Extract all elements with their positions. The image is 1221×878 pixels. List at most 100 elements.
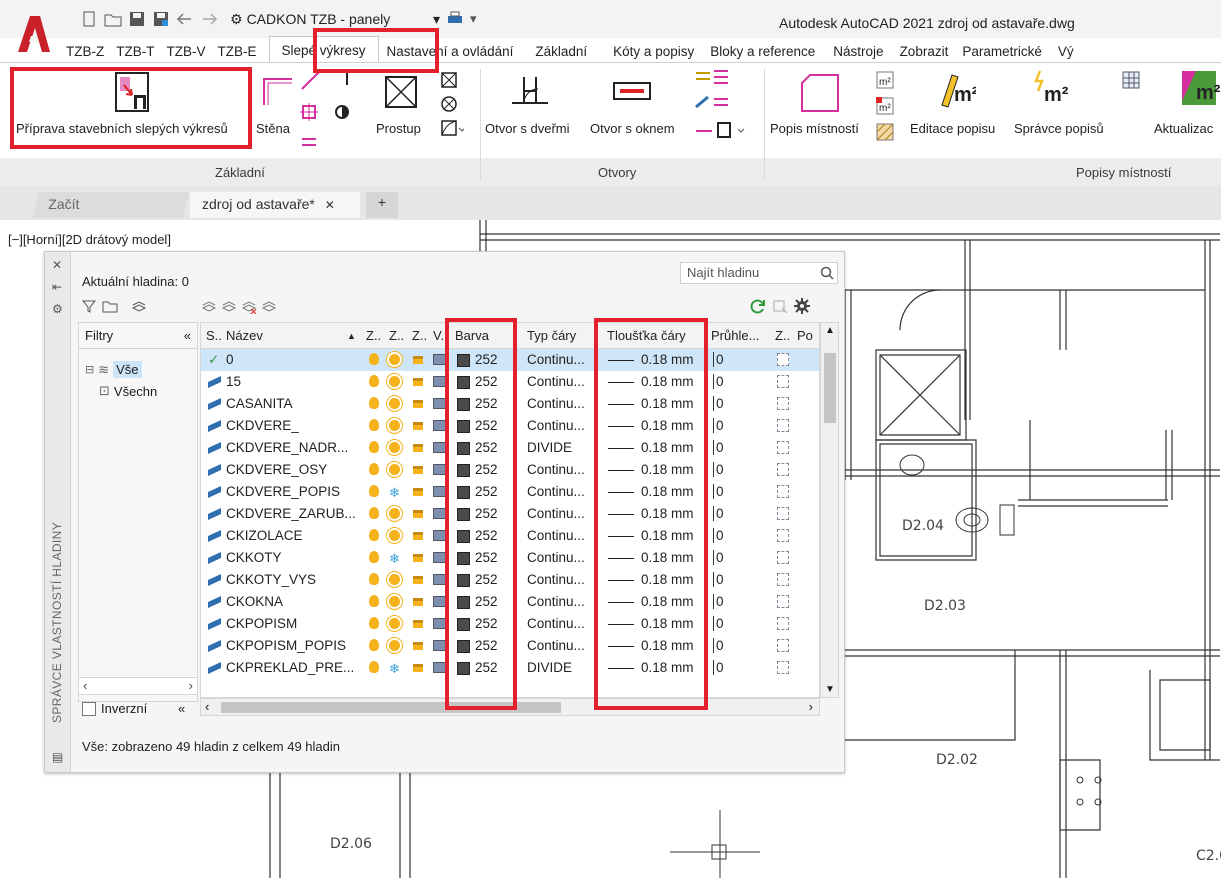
layer-lineweight[interactable]: 0.18 mm — [641, 616, 694, 631]
layer-transparency[interactable]: 0 — [713, 396, 724, 411]
vp-freeze-icon[interactable] — [777, 353, 789, 366]
tab-slepe-vykresy[interactable]: Slepé výkresy — [268, 36, 379, 62]
thawed-sun-icon[interactable] — [389, 596, 400, 607]
window-edit-icon[interactable] — [694, 95, 738, 113]
unlock-icon[interactable] — [413, 356, 423, 364]
color-swatch[interactable] — [457, 354, 470, 367]
color-swatch[interactable] — [457, 662, 470, 675]
layer-transparency[interactable]: 0 — [713, 594, 724, 609]
layer-name[interactable]: 0 — [226, 352, 234, 367]
layer-row-partial[interactable] — [201, 679, 819, 685]
layer-transparency[interactable]: 0 — [713, 572, 724, 587]
priprava-button[interactable]: Příprava stavebních slepých výkresů — [16, 121, 228, 136]
area-hatch-icon[interactable] — [876, 123, 894, 141]
layer-linetype[interactable]: Continu... — [527, 638, 585, 653]
layer-linetype[interactable]: DIVIDE — [527, 660, 572, 675]
thawed-sun-icon[interactable] — [389, 420, 400, 431]
layer-transparency[interactable]: 0 — [713, 462, 724, 477]
layer-row[interactable]: CKKOTY ❄ 252 Continu... 0.18 mm 0 — [201, 547, 819, 569]
hatch-line-icon[interactable] — [300, 137, 318, 147]
thawed-sun-icon[interactable] — [389, 574, 400, 585]
filters-scrollbar[interactable]: ‹ › — [78, 677, 198, 695]
layer-row[interactable]: CKPOPISM 252 Continu... 0.18 mm 0 — [201, 613, 819, 635]
vp-freeze-icon[interactable] — [777, 507, 789, 520]
tab-koty[interactable]: Kóty a popisy — [613, 38, 694, 62]
vp-freeze-icon[interactable] — [777, 375, 789, 388]
layer-linetype[interactable]: Continu... — [527, 616, 585, 631]
tree-collapse-icon[interactable]: ⊟ — [85, 363, 94, 376]
layer-lineweight[interactable]: 0.18 mm — [641, 374, 694, 389]
col-transparency[interactable]: Průhle... — [711, 328, 759, 343]
layer-linetype[interactable]: Continu... — [527, 528, 585, 543]
unlock-icon[interactable] — [413, 642, 423, 650]
layer-name[interactable]: CKDVERE_OSY — [226, 462, 327, 477]
layer-name[interactable]: CKDVERE_ZARUB... — [226, 506, 356, 521]
tab-current-drawing[interactable]: zdroj od astavaře* ✕ — [190, 192, 360, 218]
layer-color-value[interactable]: 252 — [475, 550, 498, 565]
collapse-filters-button[interactable]: « — [184, 328, 191, 343]
layer-list-vscroll[interactable]: ▲ ▼ — [820, 322, 839, 698]
thawed-sun-icon[interactable] — [389, 464, 400, 475]
print-icon[interactable] — [446, 10, 464, 28]
col-lineweight[interactable]: Tloušťka čáry — [607, 328, 686, 343]
unlock-icon[interactable] — [413, 598, 423, 606]
col-color[interactable]: Barva — [455, 328, 489, 343]
color-swatch[interactable] — [457, 442, 470, 455]
scroll-left-icon[interactable]: ‹ — [83, 678, 87, 693]
plot-printer-icon[interactable] — [433, 596, 446, 607]
checkbox[interactable] — [82, 701, 96, 716]
save-icon[interactable] — [128, 10, 146, 28]
layer-linetype[interactable]: Continu... — [527, 374, 585, 389]
workspace-selector[interactable]: ⚙ CADKON TZB - panely ▾ — [230, 11, 440, 28]
layer-transparency[interactable]: 0 — [713, 660, 724, 675]
set-current-icon[interactable] — [261, 298, 277, 314]
color-swatch[interactable] — [457, 398, 470, 411]
layer-row[interactable]: CKIZOLACE 252 Continu... 0.18 mm 0 — [201, 525, 819, 547]
vp-freeze-icon[interactable] — [777, 463, 789, 476]
vp-freeze-icon[interactable] — [777, 441, 789, 454]
otvor-okno-button[interactable]: Otvor s oknem — [590, 121, 675, 136]
col-status[interactable]: S.. — [206, 328, 222, 343]
new-layer-icon[interactable] — [201, 298, 217, 314]
layer-color-value[interactable]: 252 — [475, 352, 498, 367]
color-swatch[interactable] — [457, 420, 470, 433]
layer-color-value[interactable]: 252 — [475, 440, 498, 455]
table-grid-icon[interactable] — [1122, 71, 1140, 89]
color-swatch[interactable] — [457, 596, 470, 609]
layer-lineweight[interactable]: 0.18 mm — [641, 462, 694, 477]
new-group-filter-icon[interactable] — [102, 298, 118, 314]
thawed-sun-icon[interactable] — [389, 354, 400, 365]
tab-nastaveni[interactable]: Nastavení a ovládání — [387, 38, 514, 62]
search-layer-input[interactable]: Najít hladinu — [680, 262, 838, 284]
opening-table-icon[interactable] — [694, 121, 750, 141]
col-lock[interactable]: Z.. — [412, 328, 427, 343]
layer-color-value[interactable]: 252 — [475, 462, 498, 477]
layer-linetype[interactable]: Continu... — [527, 462, 585, 477]
refresh-icon[interactable] — [750, 298, 766, 314]
close-icon[interactable]: ✕ — [52, 258, 62, 272]
new-file-icon[interactable] — [80, 10, 98, 28]
on-off-bulb-icon[interactable] — [369, 485, 379, 497]
on-off-bulb-icon[interactable] — [369, 375, 379, 387]
color-swatch[interactable] — [457, 486, 470, 499]
invert-filter-checkbox[interactable]: Inverzní — [82, 701, 147, 716]
spravce-popisu-button[interactable]: Správce popisů — [1014, 121, 1104, 136]
target-icon[interactable] — [300, 103, 318, 121]
on-off-bulb-icon[interactable] — [369, 463, 379, 475]
layer-linetype[interactable]: Continu... — [527, 396, 585, 411]
vp-freeze-icon[interactable] — [777, 639, 789, 652]
unlock-icon[interactable] — [413, 576, 423, 584]
layer-lineweight[interactable]: 0.18 mm — [641, 352, 694, 367]
layer-transparency[interactable]: 0 — [713, 418, 724, 433]
draw-line-icon[interactable] — [300, 69, 322, 91]
otvor-dvere-button[interactable]: Otvor s dveřmi — [485, 121, 570, 136]
on-off-bulb-icon[interactable] — [369, 595, 379, 607]
layer-lineweight[interactable]: 0.18 mm — [641, 484, 694, 499]
overrides-icon[interactable] — [772, 298, 788, 314]
layer-states-icon[interactable] — [131, 298, 147, 314]
box-cross-icon[interactable] — [440, 71, 458, 89]
unlock-icon[interactable] — [413, 466, 423, 474]
tab-tzb-v[interactable]: TZB-V — [167, 38, 206, 62]
layer-lineweight[interactable]: 0.18 mm — [641, 660, 694, 675]
redo-icon[interactable] — [200, 10, 218, 28]
